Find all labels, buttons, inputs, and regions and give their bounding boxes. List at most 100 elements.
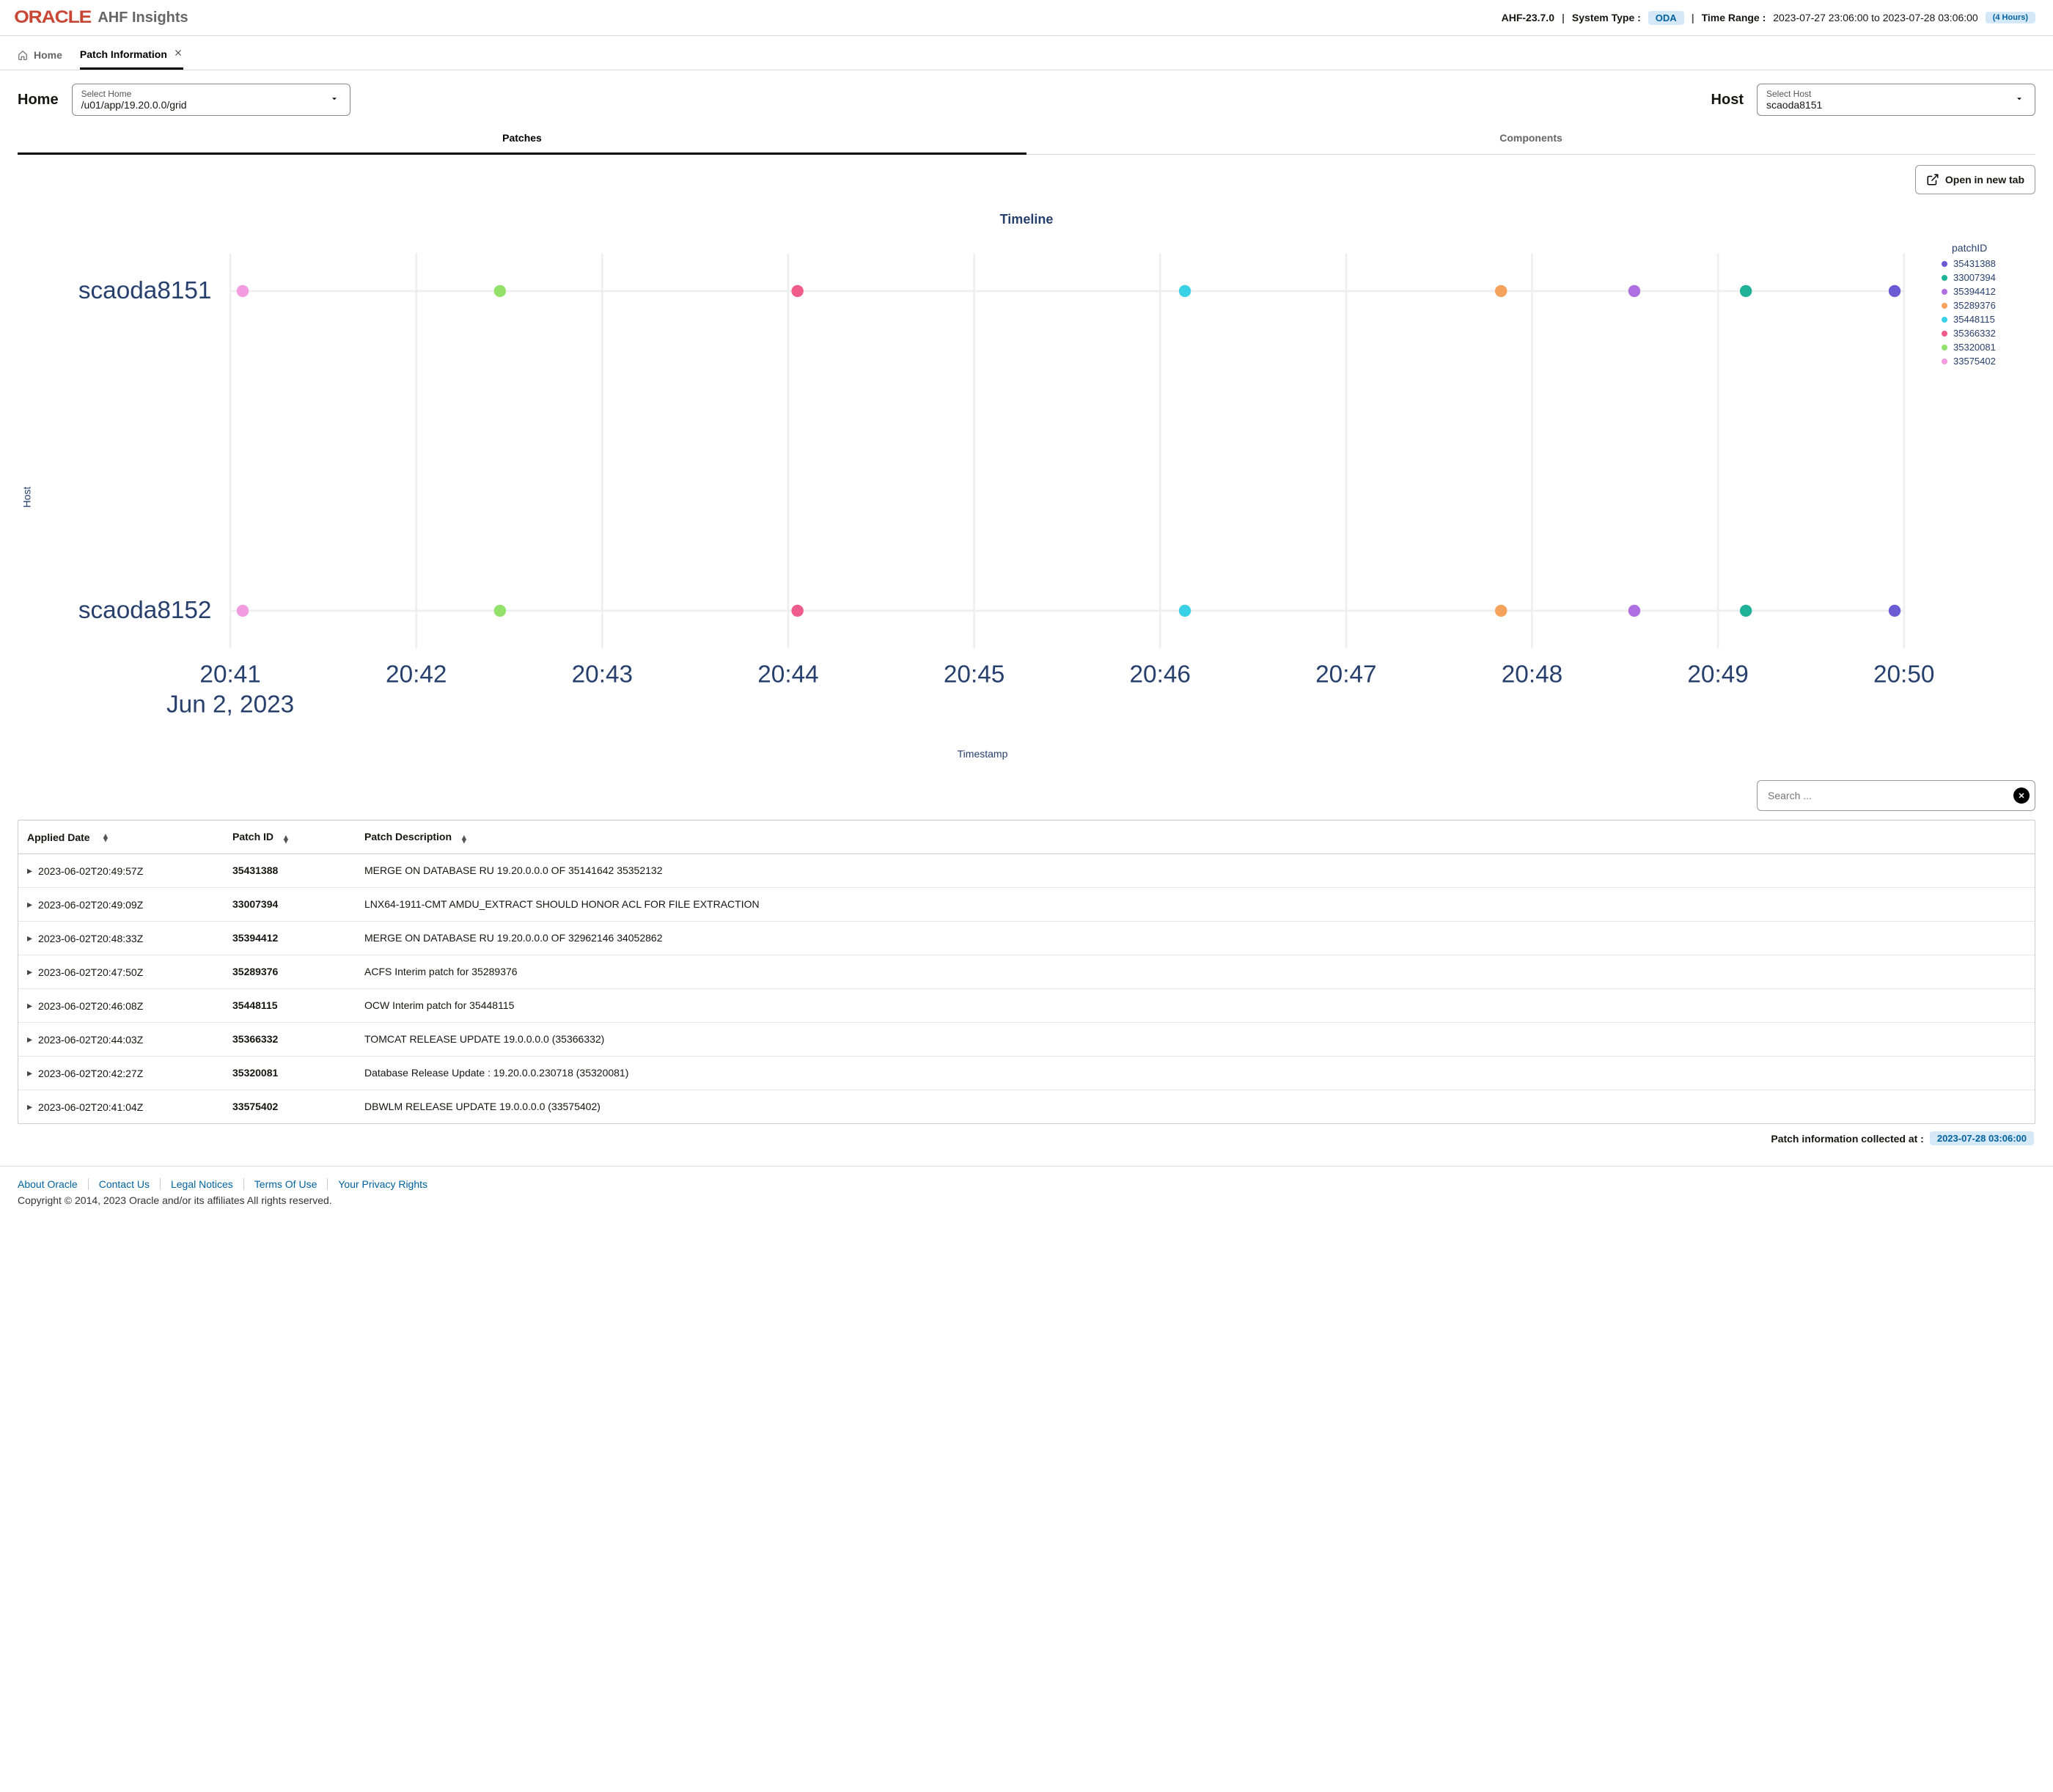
footer-link[interactable]: Contact Us xyxy=(89,1178,161,1190)
host-dropdown[interactable]: Select Host scaoda8151 xyxy=(1757,84,2035,116)
open-in-new-tab-button[interactable]: Open in new tab xyxy=(1915,165,2035,194)
timeline-chart: Timeline Host 20:41Jun 2, 202320:4220:43… xyxy=(18,205,2035,767)
legend-dot-icon xyxy=(1942,289,1947,295)
svg-text:scaoda8152: scaoda8152 xyxy=(78,597,212,624)
separator: | xyxy=(1692,12,1694,23)
cell-patch-description: OCW Interim patch for 35448115 xyxy=(356,989,2035,1022)
legend-dot-icon xyxy=(1942,275,1947,281)
oracle-logo: ORACLE xyxy=(14,7,91,28)
tab-components[interactable]: Components xyxy=(1026,123,2035,155)
legend-item[interactable]: 33575402 xyxy=(1942,356,2030,367)
expand-caret-icon[interactable]: ▸ xyxy=(27,864,32,877)
header-bar: ORACLE AHF Insights AHF-23.7.0 | System … xyxy=(0,0,2053,36)
legend-item[interactable]: 35320081 xyxy=(1942,342,2030,353)
legend-item[interactable]: 35431388 xyxy=(1942,258,2030,269)
tab-patch-information[interactable]: Patch Information xyxy=(80,40,183,70)
cell-applied-date: 2023-06-02T20:46:08Z xyxy=(38,1000,143,1012)
host-dropdown-field-label: Select Host xyxy=(1766,89,2026,99)
cell-patch-id: 35320081 xyxy=(224,1057,356,1090)
footer-links: About OracleContact UsLegal NoticesTerms… xyxy=(18,1178,2035,1190)
expand-caret-icon[interactable]: ▸ xyxy=(27,999,32,1012)
clear-search-button[interactable] xyxy=(2013,787,2030,804)
svg-text:20:44: 20:44 xyxy=(757,661,818,688)
cell-applied-date: 2023-06-02T20:49:09Z xyxy=(38,899,143,911)
legend-dot-icon xyxy=(1942,359,1947,364)
svg-text:20:41: 20:41 xyxy=(199,661,260,688)
legend-dot-icon xyxy=(1942,331,1947,337)
legend-item[interactable]: 35366332 xyxy=(1942,328,2030,339)
expand-caret-icon[interactable]: ▸ xyxy=(27,966,32,978)
footer-link[interactable]: Your Privacy Rights xyxy=(328,1178,438,1190)
tab-patches[interactable]: Patches xyxy=(18,123,1026,155)
expand-caret-icon[interactable]: ▸ xyxy=(27,1101,32,1113)
tab-home-label: Home xyxy=(34,49,62,61)
table-row[interactable]: ▸ 2023-06-02T20:46:08Z 35448115OCW Interim… xyxy=(18,989,2035,1023)
sort-icon[interactable]: ▲▼ xyxy=(460,836,468,843)
table-header: Applied Date ▲▼ Patch ID ▲▼ Patch Descri… xyxy=(18,820,2035,854)
home-dropdown[interactable]: Select Home /u01/app/19.20.0.0/grid xyxy=(72,84,350,116)
chart-legend: 35431388 33007394 35394412 35289376 35448115… xyxy=(1942,258,2030,367)
home-dropdown-value: /u01/app/19.20.0.0/grid xyxy=(81,99,341,111)
legend-label: 35366332 xyxy=(1953,328,1996,339)
table-row[interactable]: ▸2023-06-02T20:44:03Z35366332TOMCAT RELE… xyxy=(18,1023,2035,1057)
breadcrumb-tabs: Home Patch Information xyxy=(0,36,2053,70)
app-title: AHF Insights xyxy=(98,10,188,26)
legend-dot-icon xyxy=(1942,345,1947,350)
expand-caret-icon[interactable]: ▸ xyxy=(27,932,32,944)
column-header-patch-description[interactable]: Patch Description xyxy=(364,831,452,842)
footer-link[interactable]: Legal Notices xyxy=(161,1178,244,1190)
expand-caret-icon[interactable]: ▸ xyxy=(27,898,32,911)
sort-icon[interactable]: ▲▼ xyxy=(282,836,290,843)
cell-patch-id: 33575402 xyxy=(224,1090,356,1123)
chart-legend-title: patchID xyxy=(1942,242,2030,254)
svg-text:20:43: 20:43 xyxy=(572,661,633,688)
cell-patch-id: 35394412 xyxy=(224,922,356,955)
table-row[interactable]: ▸2023-06-02T20:47:50Z35289376ACFS Interi… xyxy=(18,955,2035,989)
column-header-applied-date[interactable]: Applied Date xyxy=(27,831,90,843)
table-row[interactable]: ▸2023-06-02T20:42:27Z35320081Database Re… xyxy=(18,1057,2035,1090)
tab-home[interactable]: Home xyxy=(18,42,62,68)
legend-dot-icon xyxy=(1942,317,1947,323)
ahf-version: AHF-23.7.0 xyxy=(1502,12,1554,23)
chart-x-axis-title: Timestamp xyxy=(23,748,1942,760)
close-icon[interactable] xyxy=(173,48,183,60)
system-type-label: System Type : xyxy=(1572,12,1641,23)
host-selector-label: Host xyxy=(1711,92,1744,109)
cell-patch-description: Database Release Update : 19.20.0.0.2307… xyxy=(356,1057,2035,1090)
legend-label: 35289376 xyxy=(1953,300,1996,311)
legend-label: 33575402 xyxy=(1953,356,1996,367)
table-row[interactable]: ▸2023-06-02T20:49:57Z35431388MERGE ON DA… xyxy=(18,854,2035,888)
cell-patch-description: LNX64-1911-CMT AMDU_EXTRACT SHOULD HONOR… xyxy=(356,888,2035,921)
column-header-patch-id[interactable]: Patch ID xyxy=(232,831,273,842)
home-dropdown-field-label: Select Home xyxy=(81,89,341,99)
sort-icon[interactable]: ▲▼ xyxy=(101,834,109,841)
table-row[interactable]: ▸2023-06-02T20:41:04Z33575402DBWLM RELEA… xyxy=(18,1090,2035,1123)
legend-item[interactable]: 35394412 xyxy=(1942,286,2030,297)
legend-item[interactable]: 35448115 xyxy=(1942,314,2030,325)
legend-item[interactable]: 33007394 xyxy=(1942,272,2030,283)
expand-caret-icon[interactable]: ▸ xyxy=(27,1033,32,1046)
expand-caret-icon[interactable]: ▸ xyxy=(27,1067,32,1079)
svg-text:20:46: 20:46 xyxy=(1130,661,1191,688)
search-input[interactable] xyxy=(1757,780,2035,811)
open-in-new-tab-label: Open in new tab xyxy=(1945,174,2024,186)
table-row[interactable]: ▸2023-06-02T20:49:09Z33007394LNX64-1911-… xyxy=(18,888,2035,922)
separator: | xyxy=(1562,12,1565,23)
svg-text:20:50: 20:50 xyxy=(1873,661,1934,688)
patch-table: Applied Date ▲▼ Patch ID ▲▼ Patch Descri… xyxy=(18,820,2035,1124)
footer-link[interactable]: Terms Of Use xyxy=(244,1178,328,1190)
chevron-down-icon xyxy=(329,94,339,106)
legend-label: 35448115 xyxy=(1953,314,1995,325)
cell-applied-date: 2023-06-02T20:44:03Z xyxy=(38,1034,143,1046)
cell-patch-id: 35448115 xyxy=(224,989,356,1022)
cell-patch-id: 35431388 xyxy=(224,854,356,887)
table-row[interactable]: ▸2023-06-02T20:48:33Z35394412MERGE ON DA… xyxy=(18,922,2035,955)
home-icon xyxy=(18,50,28,60)
footer-link[interactable]: About Oracle xyxy=(18,1178,89,1190)
cell-applied-date: 2023-06-02T20:47:50Z xyxy=(38,966,143,978)
legend-item[interactable]: 35289376 xyxy=(1942,300,2030,311)
duration-badge: (4 Hours) xyxy=(1986,12,2035,23)
chart-canvas[interactable]: 20:41Jun 2, 202320:4220:4320:4420:4520:4… xyxy=(23,235,1942,742)
footnote-label: Patch information collected at : xyxy=(1771,1133,1923,1145)
svg-text:20:45: 20:45 xyxy=(944,661,1005,688)
